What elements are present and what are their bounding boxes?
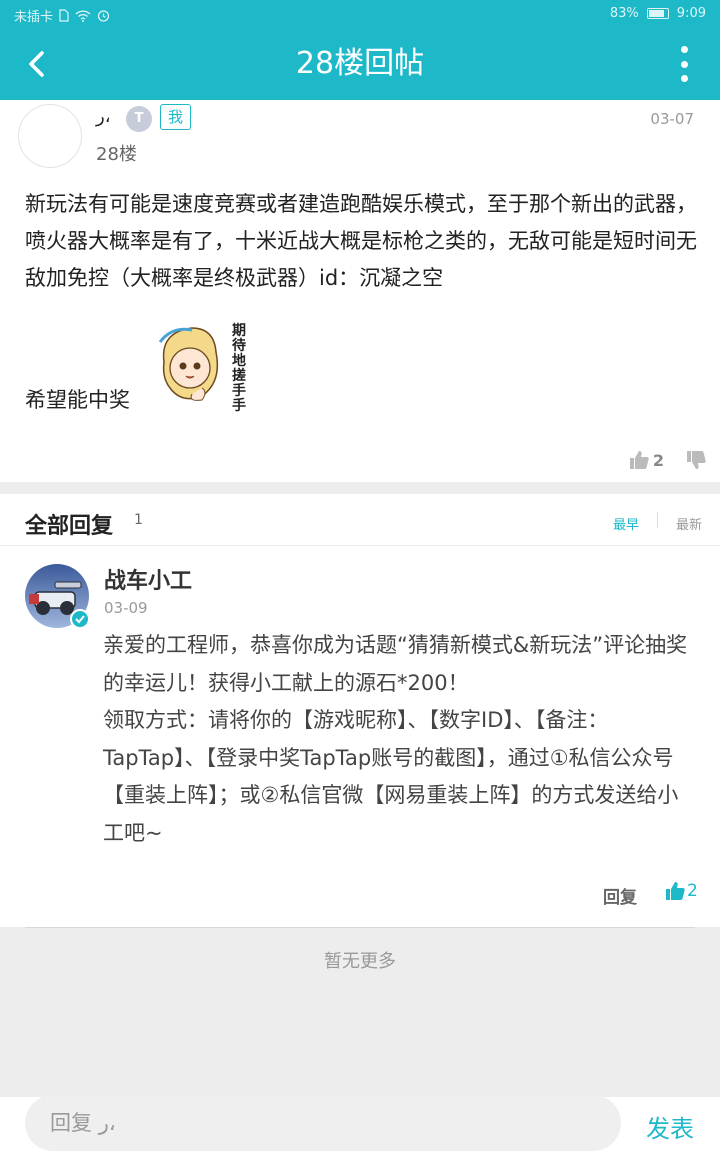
replies-header: 全部回复 1 最早 最新: [0, 494, 720, 546]
list-footer: 暂无更多: [0, 927, 720, 1097]
avatar[interactable]: [18, 104, 82, 168]
app-bar: 28楼回帖: [0, 28, 720, 100]
post-date: 03-07: [650, 110, 694, 128]
send-button[interactable]: 发表: [646, 1109, 694, 1144]
battery-icon: [646, 8, 669, 19]
reply-like-button[interactable]: 2: [665, 881, 698, 901]
sort-earliest-button[interactable]: 最早: [613, 514, 639, 533]
status-bar: 未插卡 83% 9:09: [0, 0, 720, 28]
level-badge: T: [126, 106, 152, 132]
clock: 9:09: [676, 6, 706, 21]
verified-badge-icon: [70, 609, 90, 629]
no-more-text: 暂无更多: [324, 951, 396, 972]
carrier-text: 未插卡: [14, 10, 54, 25]
thumbs-down-icon: [687, 451, 706, 469]
sim-icon: [59, 9, 69, 22]
reply-button[interactable]: 回复: [603, 883, 637, 908]
replies-title: 全部回复: [25, 514, 114, 539]
post-author-name[interactable]: ر،: [96, 106, 111, 127]
reply-like-count: 2: [687, 881, 698, 901]
post-like-button[interactable]: 2: [629, 450, 664, 470]
wifi-icon: [75, 9, 91, 22]
reply-item: 战车小工 03-09 亲爱的工程师，恭喜你成为话题“猜猜新模式&新玩法”评论抽奖…: [0, 547, 720, 927]
post-body-extra: 希望能中奖: [25, 388, 130, 412]
original-post: ر، T 我 28楼 03-07 新玩法有可能是速度竞赛或者建造跑酷娱乐模式，至…: [0, 100, 720, 482]
floor-number: 28楼: [96, 144, 137, 165]
thumbs-up-icon: [666, 882, 685, 900]
reply-body: 亲爱的工程师，恭喜你成为话题“猜猜新模式&新玩法”评论抽奖的幸运儿！获得小工献上…: [103, 633, 688, 845]
post-like-count: 2: [652, 450, 664, 470]
reply-input[interactable]: [25, 1095, 621, 1151]
footer-divider: [25, 927, 695, 928]
reply-date: 03-09: [104, 599, 148, 617]
more-vertical-icon: [680, 46, 688, 53]
more-button[interactable]: [678, 46, 690, 82]
thumbs-up-icon: [629, 451, 649, 469]
sticker-caption: 期待地搓手手: [232, 323, 246, 414]
sort-newest-button[interactable]: 最新: [676, 514, 702, 533]
page-title: 28楼回帖: [295, 46, 425, 81]
me-tag: 我: [160, 104, 192, 130]
sort-separator: [657, 512, 658, 528]
alarm-icon: [97, 10, 110, 22]
reply-composer: 发表: [0, 1095, 720, 1152]
section-divider: [0, 482, 720, 494]
reply-author-name[interactable]: 战车小工: [104, 563, 192, 595]
battery-percent: 83%: [609, 6, 639, 21]
replies-count: 1: [134, 512, 143, 528]
post-dislike-button[interactable]: [686, 450, 706, 474]
post-body: 新玩法有可能是速度竞赛或者建造跑酷娱乐模式，至于那个新出的武器，喷火器大概率是有…: [25, 192, 697, 290]
